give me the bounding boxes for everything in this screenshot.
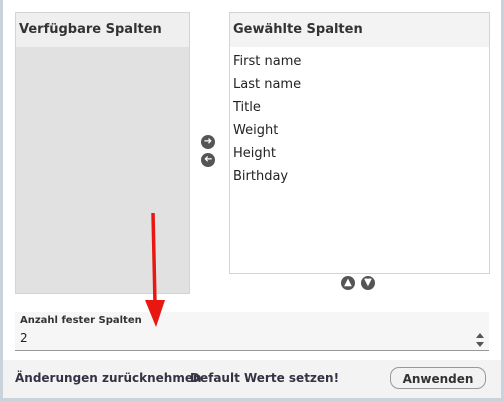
reset-changes-link[interactable]: Änderungen zurücknehmen: [15, 371, 202, 385]
set-defaults-link[interactable]: Default Werte setzen!: [190, 371, 339, 385]
apply-button[interactable]: Anwenden: [390, 367, 486, 389]
annotation-arrow: [145, 212, 165, 327]
annotation-arrow-shaft: [151, 212, 157, 304]
dialog-footer: Änderungen zurücknehmen Default Werte se…: [3, 360, 501, 398]
annotation-arrow-head: [145, 300, 165, 327]
